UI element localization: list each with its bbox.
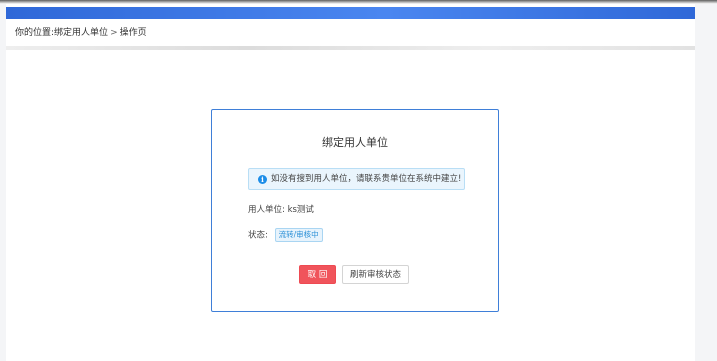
unit-label: 用人单位:: [248, 205, 285, 215]
page-frame: 你的位置:绑定用人单位 > 操作页 绑定用人单位 i 如没有搜到用人单位，请联系贵单…: [0, 0, 717, 361]
breadcrumb-item-current: 操作页: [119, 28, 147, 38]
back-button[interactable]: 取 回: [299, 265, 336, 284]
unit-value: ks测试: [287, 205, 314, 215]
window-top-edge: [0, 0, 717, 4]
breadcrumb-prefix: 你的位置:: [15, 28, 55, 38]
breadcrumb: 你的位置:绑定用人单位 > 操作页: [15, 27, 147, 39]
breadcrumb-bar: 你的位置:绑定用人单位 > 操作页: [6, 20, 695, 46]
status-badge: 流转/审核中: [274, 228, 323, 242]
refresh-status-button[interactable]: 刷新审核状态: [342, 265, 409, 284]
status-label: 状态:: [248, 230, 268, 241]
info-icon: i: [258, 175, 267, 184]
breadcrumb-separator: >: [110, 28, 118, 38]
header-bar: [6, 7, 695, 19]
status-row: 状态: 流转/审核中: [248, 228, 323, 242]
card-title: 绑定用人单位: [322, 136, 388, 149]
right-gutter: [695, 4, 717, 361]
bind-unit-card: 绑定用人单位 i 如没有搜到用人单位，请联系贵单位在系统中建立! 用人单位: k…: [211, 109, 499, 312]
unit-row: 用人单位: ks测试: [248, 205, 314, 216]
breadcrumb-item-parent[interactable]: 绑定用人单位: [54, 28, 108, 38]
info-alert: i 如没有搜到用人单位，请联系贵单位在系统中建立!: [248, 168, 465, 190]
alert-text: 如没有搜到用人单位，请联系贵单位在系统中建立!: [271, 174, 462, 184]
